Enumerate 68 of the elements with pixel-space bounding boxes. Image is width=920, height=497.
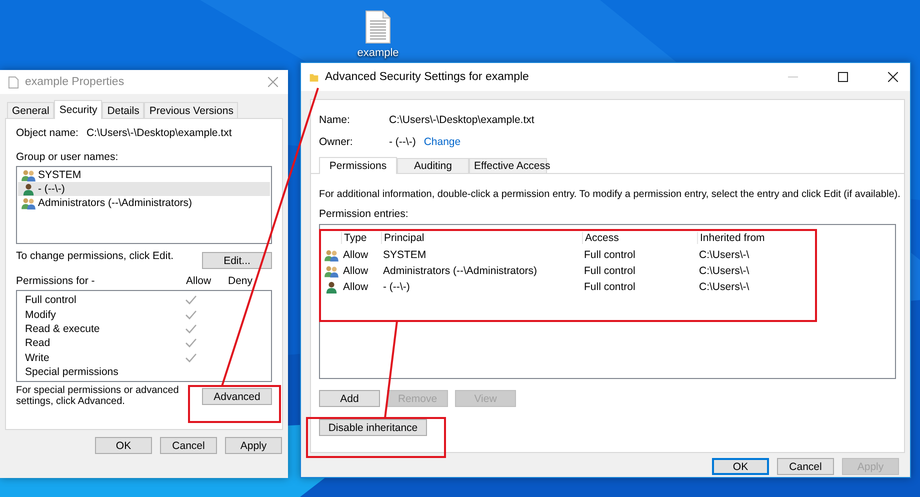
text-file-icon[interactable] xyxy=(365,10,391,44)
table-cell-text: Allow xyxy=(342,281,370,293)
close-icon[interactable] xyxy=(888,72,898,82)
column-header[interactable]: Access xyxy=(582,232,697,244)
tab[interactable]: Previous Versions xyxy=(144,102,238,118)
field-label: Owner: xyxy=(319,136,354,148)
users-icon xyxy=(21,168,36,182)
user-icon xyxy=(324,280,339,294)
permission-name: Read xyxy=(25,337,52,350)
table-cell-text: C:\Users\-\ xyxy=(698,265,750,277)
dialog-button[interactable]: OK xyxy=(712,458,769,475)
document-icon xyxy=(8,76,19,88)
field-label: Object name: xyxy=(16,127,80,139)
tab[interactable]: General xyxy=(7,102,54,118)
file-path: C:\Users\-\Desktop\example.txt xyxy=(389,114,534,126)
user-icon xyxy=(21,182,36,196)
file-label[interactable]: example xyxy=(357,47,399,59)
table-cell-text: Administrators (--\Administrators) xyxy=(382,265,538,277)
table-cell-text: Full control xyxy=(583,265,636,277)
dialog-button[interactable]: OK xyxy=(95,437,152,454)
tab[interactable]: Security xyxy=(54,100,102,119)
window-title: example Properties xyxy=(25,76,126,88)
table-cell-text: Allow xyxy=(342,249,370,261)
users-icon xyxy=(324,264,339,278)
list-item[interactable]: - (--\-) xyxy=(18,182,270,196)
permission-name: Write xyxy=(25,352,50,364)
window-title: Advanced Security Settings for example xyxy=(325,71,529,83)
dialog-button[interactable]: Cancel xyxy=(160,437,217,454)
tab[interactable]: Auditing xyxy=(397,158,469,173)
table-cell-text: - (--\-) xyxy=(382,281,411,293)
permission-name: Special permissions xyxy=(25,366,120,378)
table-cell-text: Allow xyxy=(342,265,370,277)
dialog-button[interactable]: Cancel xyxy=(777,458,834,475)
maximize-icon[interactable] xyxy=(838,72,848,82)
edit-button[interactable]: Edit... xyxy=(202,252,272,269)
folder-icon xyxy=(309,72,319,82)
permission-name: Full control xyxy=(25,294,78,306)
permission-name: Modify xyxy=(25,308,57,321)
tab[interactable]: Details xyxy=(102,102,144,118)
column-header: Allow xyxy=(186,275,212,287)
table-cell-text: C:\Users\-\ xyxy=(698,249,750,261)
entry-button[interactable]: Add xyxy=(319,390,380,407)
disable-inheritance-button[interactable]: Disable inheritance xyxy=(319,419,427,436)
users-icon xyxy=(324,248,339,262)
hint-text: For special permissions or advanced settings, click Advanced. xyxy=(16,385,180,407)
section-label: Permission entries: xyxy=(319,208,410,220)
column-header[interactable]: Type xyxy=(341,232,381,244)
section-label: Permissions for - xyxy=(16,275,96,287)
change-link[interactable]: Change xyxy=(424,136,461,148)
object-name: C:\Users\-\Desktop\example.txt xyxy=(86,127,232,139)
list-item[interactable]: Administrators (--\Administrators) xyxy=(18,196,270,210)
table-cell-text: SYSTEM xyxy=(382,249,428,261)
column-header[interactable]: Principal xyxy=(381,232,582,244)
permission-name: Read & execute xyxy=(25,322,101,335)
table-cell-text: C:\Users\-\ xyxy=(698,281,750,293)
list-item[interactable]: SYSTEM xyxy=(18,168,270,182)
table-cell-text: Full control xyxy=(583,249,636,261)
dialog-button[interactable]: Apply xyxy=(225,437,282,454)
owner-name: - (--\-) xyxy=(389,136,416,148)
hint-text: To change permissions, click Edit. xyxy=(16,250,174,262)
column-header: Deny xyxy=(228,275,254,287)
table-cell-text: Full control xyxy=(583,281,636,293)
users-icon xyxy=(21,196,36,210)
advanced-button[interactable]: Advanced xyxy=(202,388,272,405)
field-label: Name: xyxy=(319,114,351,126)
tab[interactable]: Permissions xyxy=(319,157,397,174)
column-header[interactable]: Inherited from xyxy=(697,232,805,244)
section-label: Group or user names: xyxy=(16,151,120,163)
